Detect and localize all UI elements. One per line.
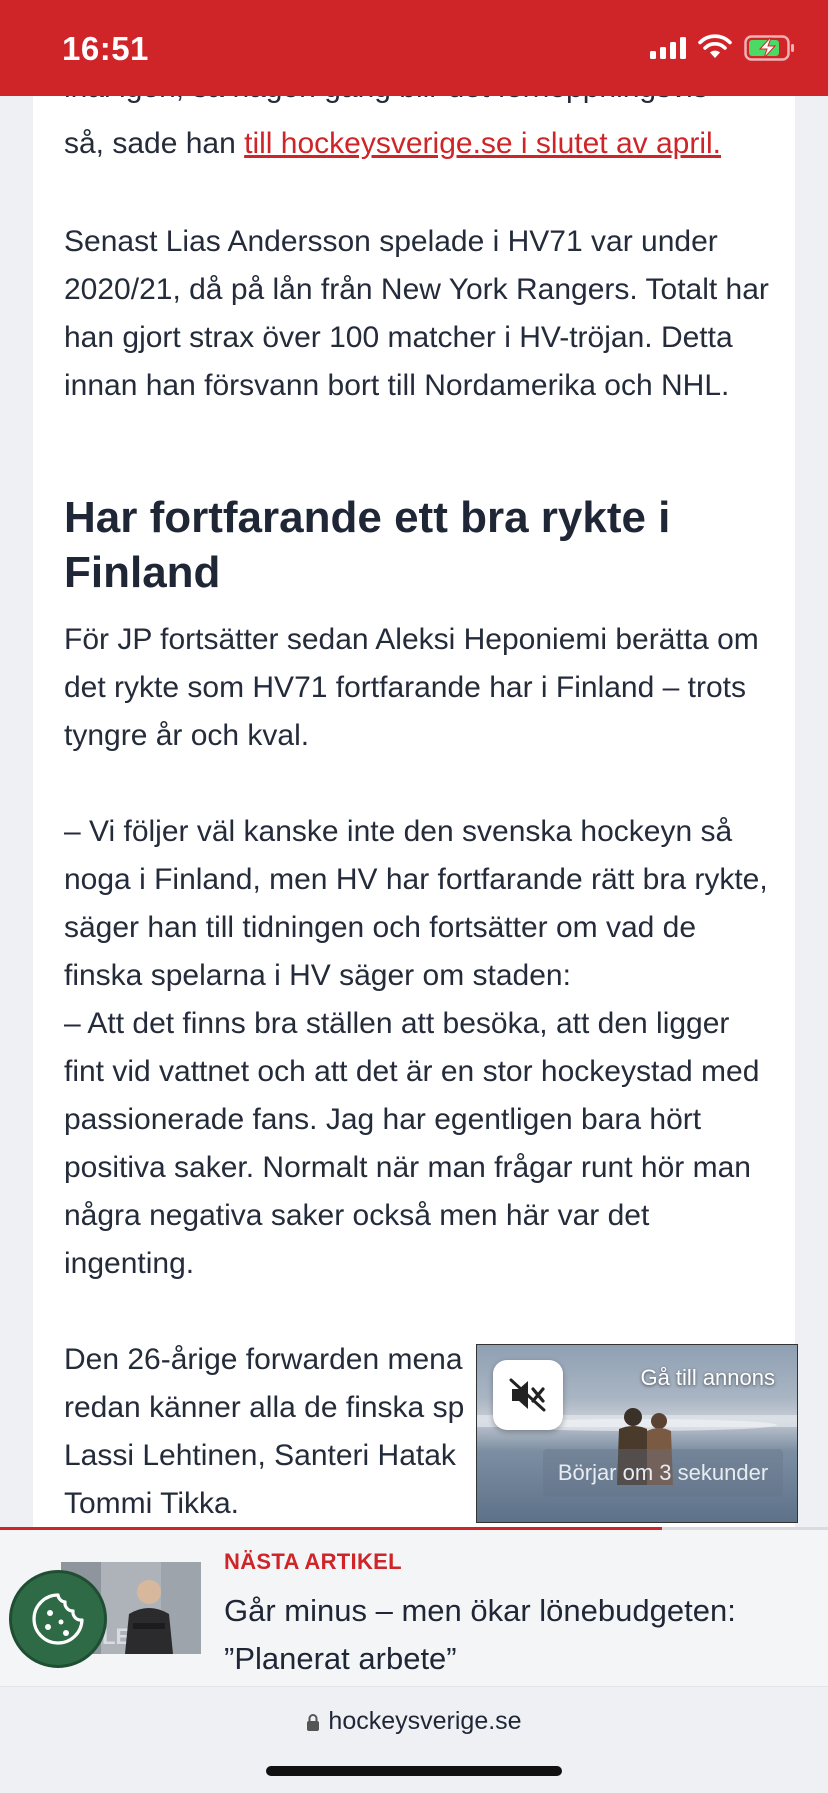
video-ad[interactable]: Gå till annons Börjar om 3 sekunder	[476, 1344, 798, 1523]
mute-button[interactable]	[493, 1360, 563, 1430]
article-paragraph-6: Den 26-årige forwarden mena redan känner…	[64, 1336, 464, 1528]
reading-progress-fill	[0, 1527, 663, 1530]
paragraph-6-line: redan känner alla de finska sp	[64, 1391, 465, 1424]
paragraph-6-line: Tommi Tikka.	[64, 1487, 240, 1520]
home-indicator	[266, 1766, 562, 1776]
article-paragraph-2: Senast Lias Andersson spelade i HV71 var…	[64, 225, 769, 402]
url-text: hockeysverige.se	[328, 1707, 522, 1735]
status-icons	[650, 34, 794, 61]
article-paragraph-4: – Vi följer väl kanske inte den svenska …	[64, 815, 768, 992]
article-paragraph-3: För JP fortsätter sedan Aleksi Heponiemi…	[64, 623, 759, 752]
paragraph-6-line: Den 26-årige forwarden mena	[64, 1343, 463, 1376]
status-time: 16:51	[62, 30, 149, 67]
url-display[interactable]: hockeysverige.se	[0, 1707, 828, 1736]
cellular-signal-icon	[650, 35, 686, 59]
lock-icon	[307, 1714, 320, 1732]
paragraph-1-text: så, sade han	[64, 127, 245, 160]
cookie-icon	[32, 1593, 84, 1645]
paragraph-6-line: Lassi Lehtinen, Santeri Hatak	[64, 1439, 456, 1472]
wifi-icon	[698, 34, 732, 58]
next-article-title[interactable]: Går minus – men ökar lönebudgeten: ”Plan…	[224, 1587, 804, 1683]
cookie-settings-button[interactable]	[9, 1570, 107, 1668]
article-paragraph-5: – Att det finns bra ställen att besöka, …	[64, 1007, 760, 1280]
article-paragraph-1: så, sade han till hockeysverige.se i slu…	[64, 120, 721, 168]
go-to-ad-link[interactable]: Gå till annons	[640, 1365, 775, 1391]
speaker-muted-icon	[509, 1378, 546, 1412]
ad-countdown: Börjar om 3 sekunder	[543, 1449, 783, 1497]
next-article-label: NÄSTA ARTIKEL	[224, 1549, 402, 1574]
battery-charging-icon	[744, 35, 794, 61]
section-heading: Har fortfarande ett bra rykte i Finland	[64, 493, 671, 597]
article-body: inal igen, så någon gång blir det förhop…	[33, 0, 795, 1528]
browser-address-bar[interactable]: hockeysverige.se	[0, 1686, 828, 1793]
reading-progress	[0, 1527, 828, 1530]
hockeysverige-link[interactable]: till hockeysverige.se i slutet av april.	[244, 127, 721, 160]
status-bar: 16:51	[0, 0, 828, 96]
next-article-bar[interactable]: AGLE NÄSTA ARTIKEL Går minus – men ökar …	[0, 1527, 828, 1687]
